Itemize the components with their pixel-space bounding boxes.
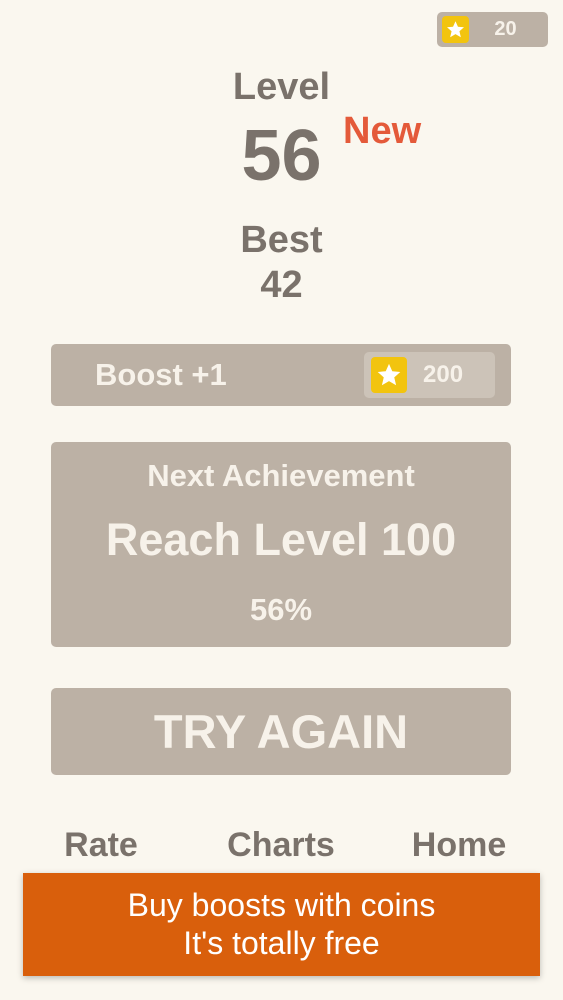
- boost-price: 200: [364, 352, 495, 398]
- promo-line-2: It's totally free: [183, 925, 380, 961]
- achievement-goal: Reach Level 100: [105, 514, 457, 565]
- boost-button[interactable]: Boost +1 200: [51, 344, 511, 406]
- new-badge: New: [343, 110, 422, 152]
- achievement-progress: 56%: [249, 592, 313, 627]
- coin-count: 20: [494, 18, 517, 40]
- coin-balance[interactable]: 20: [437, 12, 548, 47]
- rate-link[interactable]: Rate: [21, 826, 181, 865]
- next-achievement-panel: Next Achievement Reach Level 100 56%: [51, 442, 511, 647]
- charts-link[interactable]: Charts: [201, 826, 361, 865]
- home-link[interactable]: Home: [379, 826, 539, 865]
- level-label: Level: [232, 66, 331, 108]
- level-number: 56: [241, 116, 322, 196]
- boost-price-value: 200: [423, 361, 464, 388]
- best-value: 42: [260, 264, 303, 306]
- try-again-button[interactable]: TRY AGAIN: [51, 688, 511, 775]
- promo-line-1: Buy boosts with coins: [127, 887, 436, 923]
- achievement-heading: Next Achievement: [147, 458, 415, 493]
- star-icon: [371, 357, 407, 393]
- best-label: Best: [240, 219, 323, 261]
- promo-banner[interactable]: Buy boosts with coins It's totally free: [23, 873, 540, 976]
- star-icon: [442, 16, 469, 43]
- boost-label: Boost +1: [95, 357, 227, 392]
